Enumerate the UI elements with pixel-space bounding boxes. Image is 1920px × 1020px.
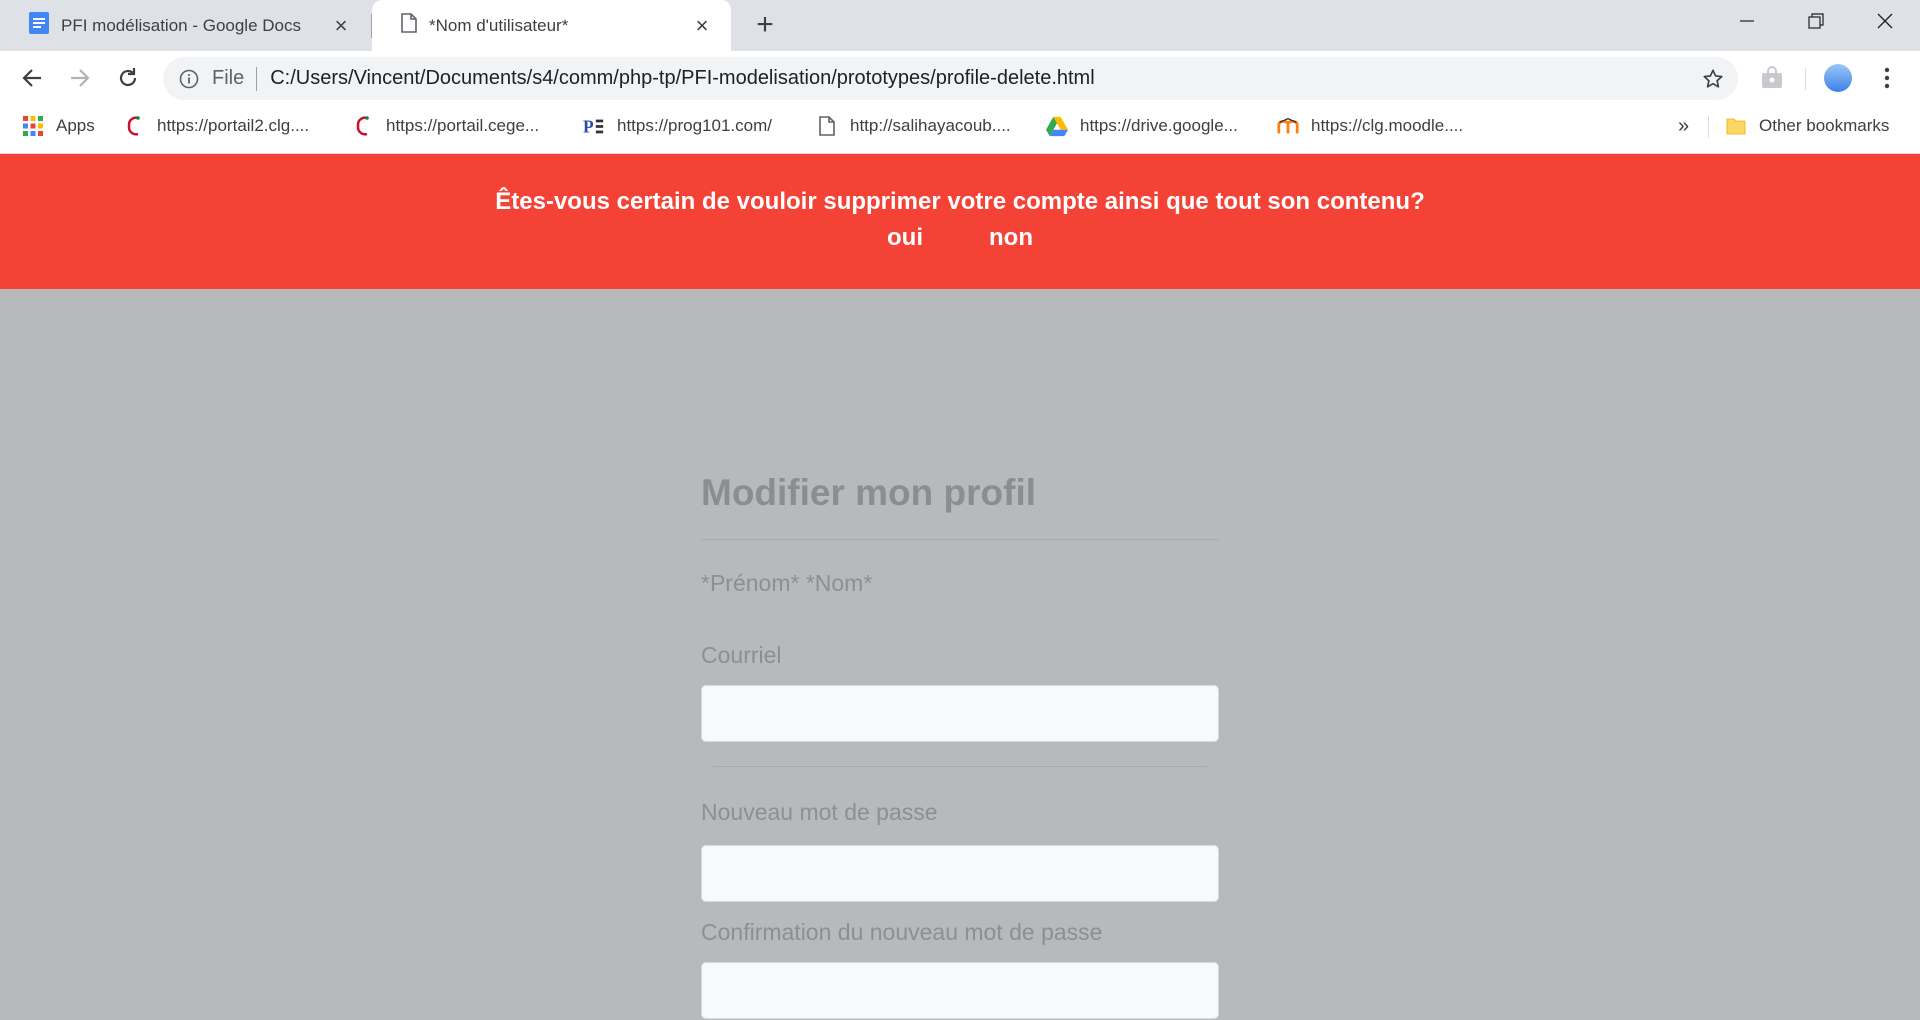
bookmark-portail-cegep[interactable]: https://portail.cege... — [352, 106, 539, 146]
other-bookmarks-label: Other bookmarks — [1759, 116, 1890, 135]
bookmark-salihayacoub[interactable]: http://salihayacoub.... — [816, 106, 1011, 146]
section-divider — [713, 766, 1207, 767]
bookmarks-overflow-button[interactable]: » — [1678, 106, 1689, 146]
browser-toolbar: File C:/Users/Vincent/Documents/s4/comm/… — [0, 51, 1920, 106]
toolbar-divider — [1805, 68, 1806, 90]
close-icon[interactable]: × — [330, 13, 352, 38]
prog101-icon: P — [583, 115, 605, 137]
page-title: Modifier mon profil — [701, 472, 1037, 513]
bookmark-prog101[interactable]: P https://prog101.com/ — [583, 106, 772, 146]
tab-title: *Nom d'utilisateur* — [429, 15, 569, 35]
tab-google-docs[interactable]: PFI modélisation - Google Docs × — [0, 0, 370, 51]
google-docs-icon — [29, 12, 49, 39]
tab-title: PFI modélisation - Google Docs — [61, 15, 301, 35]
confirmation-message: Êtes-vous certain de vouloir supprimer v… — [495, 188, 1425, 215]
close-icon[interactable]: × — [691, 13, 713, 38]
title-divider — [701, 539, 1219, 540]
user-name: *Prénom* *Nom* — [701, 570, 873, 596]
bookmark-label: https://prog101.com/ — [617, 116, 772, 135]
confirm-yes-button[interactable]: oui — [887, 224, 923, 252]
bookmark-label: https://drive.google... — [1080, 116, 1238, 135]
svg-text:P: P — [583, 116, 594, 136]
close-window-button[interactable] — [1851, 0, 1919, 42]
cegep-icon — [352, 115, 374, 137]
minimize-button[interactable] — [1713, 0, 1781, 42]
menu-icon[interactable] — [1868, 59, 1906, 97]
apps-grid-icon — [22, 115, 44, 137]
extension-lock-icon[interactable] — [1753, 59, 1791, 97]
bookmark-label: http://salihayacoub.... — [850, 116, 1011, 135]
confirm-password-field[interactable] — [701, 962, 1219, 1019]
forward-button[interactable] — [61, 59, 99, 97]
url-text[interactable]: C:/Users/Vincent/Documents/s4/comm/php-t… — [270, 67, 1094, 90]
folder-icon — [1725, 115, 1747, 137]
page-icon — [401, 13, 417, 38]
new-password-field[interactable] — [701, 845, 1219, 902]
bookmarks-divider — [1708, 116, 1709, 138]
page-content-overlay: Modifier mon profil *Prénom* *Nom* Courr… — [0, 289, 1920, 1020]
new-password-label: Nouveau mot de passe — [701, 799, 938, 825]
restore-button[interactable] — [1782, 0, 1850, 42]
page-icon — [816, 115, 838, 137]
profile-avatar[interactable] — [1819, 59, 1857, 97]
moodle-icon — [1277, 115, 1299, 137]
info-icon[interactable] — [177, 67, 201, 91]
scheme-label: File — [212, 67, 245, 89]
divider — [256, 66, 258, 91]
bookmark-label: https://clg.moodle.... — [1311, 116, 1464, 135]
star-icon[interactable] — [1700, 66, 1726, 92]
bookmark-drive[interactable]: https://drive.google... — [1046, 106, 1238, 146]
tab-strip: PFI modélisation - Google Docs × *Nom d'… — [0, 0, 1920, 51]
email-field[interactable] — [701, 685, 1219, 742]
confirm-no-button[interactable]: non — [989, 224, 1033, 252]
bookmark-label: Apps — [56, 116, 95, 135]
bookmark-moodle[interactable]: https://clg.moodle.... — [1277, 106, 1463, 146]
other-bookmarks[interactable]: Other bookmarks — [1725, 106, 1889, 146]
bookmarks-bar: Apps https://portail2.clg.... https://po… — [0, 106, 1920, 154]
new-tab-button[interactable]: + — [748, 8, 782, 42]
bookmark-label: https://portail2.clg.... — [157, 116, 310, 135]
confirm-password-label: Confirmation du nouveau mot de passe — [701, 919, 1103, 945]
tab-nom-utilisateur[interactable]: *Nom d'utilisateur* × — [372, 0, 731, 51]
bookmark-label: https://portail.cege... — [386, 116, 540, 135]
email-label: Courriel — [701, 642, 782, 668]
address-bar[interactable]: File C:/Users/Vincent/Documents/s4/comm/… — [163, 57, 1738, 100]
google-drive-icon — [1046, 115, 1068, 137]
reload-button[interactable] — [109, 59, 147, 97]
delete-confirmation-banner: Êtes-vous certain de vouloir supprimer v… — [0, 154, 1920, 289]
back-button[interactable] — [13, 59, 51, 97]
clg-icon — [123, 115, 145, 137]
bookmark-apps[interactable]: Apps — [22, 106, 95, 146]
bookmark-portail2[interactable]: https://portail2.clg.... — [123, 106, 309, 146]
